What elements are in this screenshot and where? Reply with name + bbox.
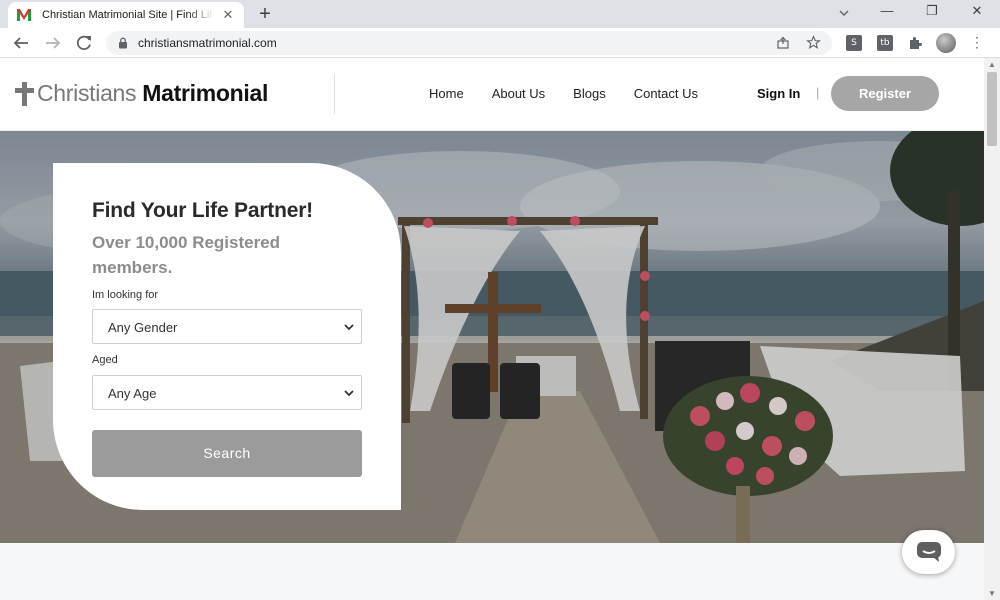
extensions-puzzle-icon[interactable] — [907, 35, 923, 51]
lock-icon[interactable] — [118, 37, 128, 49]
forward-arrow-icon[interactable] — [42, 32, 64, 54]
address-bar[interactable]: christiansmatrimonial.com — [106, 31, 832, 55]
tab-search-chevron-icon[interactable] — [834, 6, 854, 20]
search-button[interactable]: Search — [92, 430, 362, 477]
new-tab-button[interactable]: + — [254, 3, 276, 26]
logo-text-light: Christians — [37, 80, 137, 106]
nav-blogs[interactable]: Blogs — [573, 86, 606, 101]
minimize-window-icon[interactable]: — — [877, 3, 897, 18]
chat-widget-button[interactable] — [902, 530, 955, 574]
chevron-down-icon — [344, 390, 354, 397]
register-button[interactable]: Register — [831, 76, 939, 111]
looking-for-label: Im looking for — [92, 289, 159, 301]
scroll-down-arrow-icon[interactable]: ▼ — [988, 589, 996, 598]
nav-home[interactable]: Home — [429, 86, 464, 101]
bookmark-star-icon[interactable] — [806, 35, 821, 50]
gender-select[interactable]: Any Gender — [92, 309, 362, 344]
partner-search-card: Find Your Life Partner! Over 10,000 Regi… — [53, 163, 401, 510]
nav-contact-us[interactable]: Contact Us — [634, 86, 698, 101]
site-logo[interactable]: Christians Matrimonial — [14, 80, 268, 107]
profile-avatar[interactable] — [936, 33, 956, 53]
restore-window-icon[interactable]: ❐ — [922, 3, 942, 19]
chevron-down-icon — [344, 324, 354, 331]
matrimonial-m-icon — [17, 9, 31, 21]
aged-label: Aged — [92, 354, 118, 366]
tab-title: Christian Matrimonial Site | Find Life P… — [42, 9, 214, 21]
page-content-below-hero — [0, 543, 984, 600]
back-arrow-icon[interactable] — [10, 32, 32, 54]
age-select-value: Any Age — [108, 386, 157, 401]
reload-icon[interactable] — [73, 32, 95, 54]
extension-two-icon[interactable]: tb — [877, 35, 893, 51]
card-title: Find Your Life Partner! — [92, 199, 313, 222]
cross-icon — [14, 81, 34, 106]
share-icon[interactable] — [776, 36, 790, 50]
chat-bubble-icon — [917, 542, 941, 562]
header-divider — [334, 74, 335, 114]
scrollbar-thumb[interactable] — [987, 72, 997, 146]
card-subtitle: Over 10,000 Registered members. — [92, 233, 281, 277]
browser-tab[interactable]: Christian Matrimonial Site | Find Life P… — [8, 2, 244, 28]
browser-menu-icon[interactable]: ⋮ — [970, 34, 984, 51]
header-separator: | — [816, 85, 820, 100]
close-window-icon[interactable]: ✕ — [967, 3, 987, 19]
site-header: Christians Matrimonial Home About Us Blo… — [0, 58, 984, 131]
nav-about-us[interactable]: About Us — [492, 86, 545, 101]
extension-one-icon[interactable]: S — [846, 35, 862, 51]
page-scrollbar[interactable]: ▲ ▼ — [984, 58, 1000, 600]
browser-tab-bar: Christian Matrimonial Site | Find Life P… — [0, 0, 1000, 28]
logo-text-bold: Matrimonial — [142, 80, 269, 106]
close-tab-icon[interactable]: ✕ — [220, 7, 236, 23]
sign-in-link[interactable]: Sign In — [757, 86, 800, 101]
url-text[interactable]: christiansmatrimonial.com — [138, 36, 277, 50]
browser-toolbar: christiansmatrimonial.com S tb ⋮ — [0, 28, 1000, 58]
age-select[interactable]: Any Age — [92, 375, 362, 410]
scroll-up-arrow-icon[interactable]: ▲ — [988, 60, 996, 69]
gender-select-value: Any Gender — [108, 320, 178, 335]
main-nav: Home About Us Blogs Contact Us — [429, 86, 726, 101]
